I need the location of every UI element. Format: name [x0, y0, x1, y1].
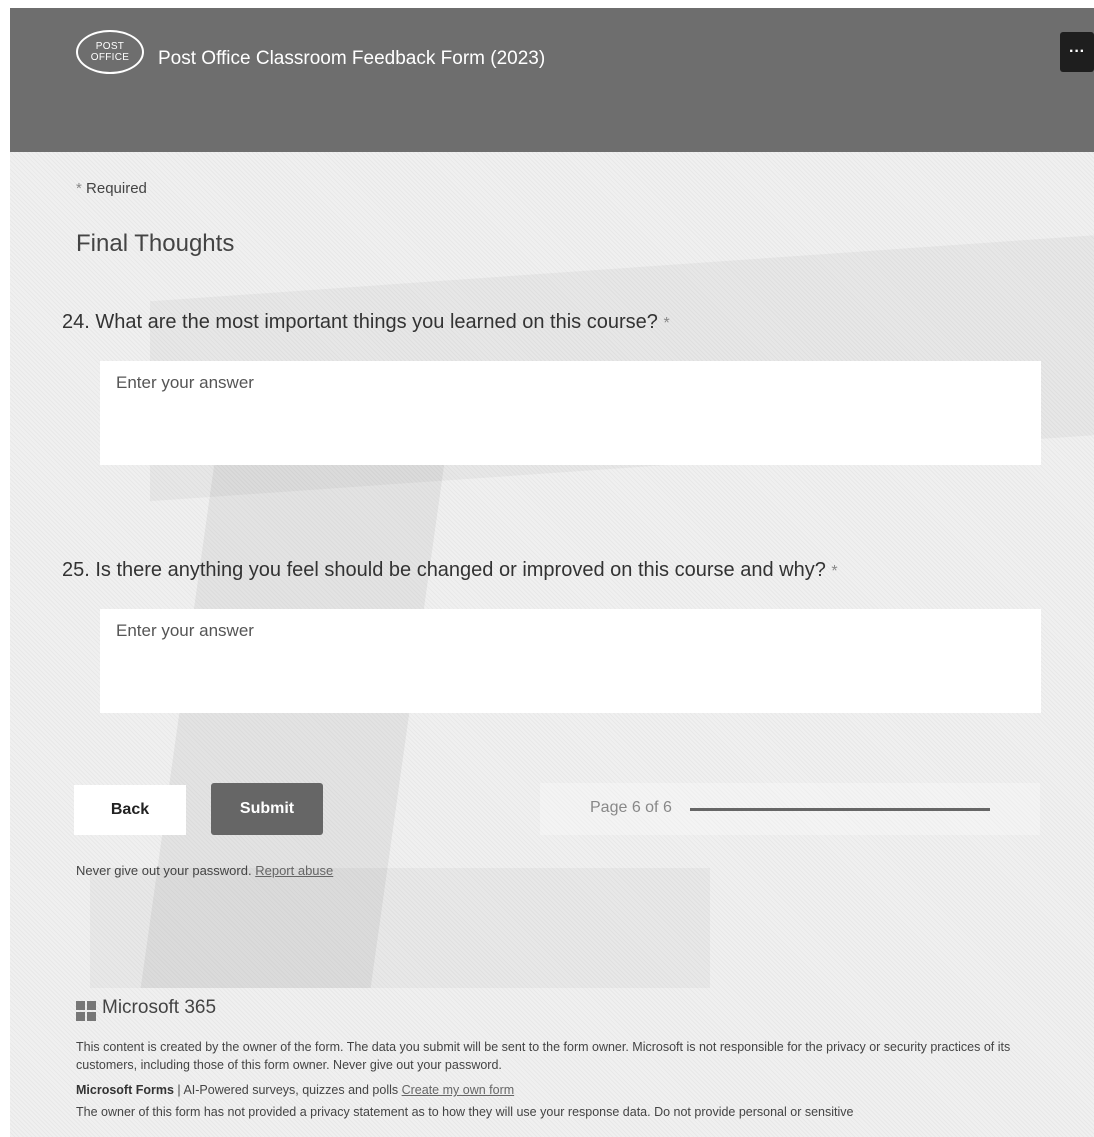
password-warning: Never give out your password.: [76, 863, 252, 878]
disclaimer-text: This content is created by the owner of …: [76, 1040, 1011, 1072]
forms-tagline-text: | AI-Powered surveys, quizzes and polls: [173, 1083, 402, 1097]
question-text: 24. What are the most important things y…: [62, 311, 658, 333]
privacy-statement: The owner of this form has not provided …: [76, 1105, 854, 1119]
question-24: 24. What are the most important things y…: [62, 311, 670, 334]
ellipsis-icon: ···: [1069, 43, 1085, 60]
progress-bar-fill: [690, 808, 990, 811]
required-star: *: [663, 315, 670, 332]
submit-button[interactable]: Submit: [211, 783, 323, 835]
answer-input-24[interactable]: [100, 361, 1041, 465]
back-button[interactable]: Back: [74, 785, 186, 835]
page-progress: Page 6 of 6: [540, 783, 1040, 835]
section-title: Final Thoughts: [76, 230, 235, 257]
watermark-shape: [90, 868, 710, 988]
password-note: Never give out your password. Report abu…: [76, 863, 333, 878]
forms-tagline: Microsoft Forms | AI-Powered surveys, qu…: [76, 1083, 514, 1097]
create-form-link[interactable]: Create my own form: [402, 1083, 515, 1097]
required-label: Required: [86, 180, 147, 197]
required-star: *: [831, 563, 838, 580]
question-25: 25. Is there anything you feel should be…: [62, 559, 838, 582]
form-header: POST OFFICE Post Office Classroom Feedba…: [10, 8, 1094, 152]
required-star: *: [76, 180, 82, 197]
logo-line: POST: [95, 41, 125, 52]
more-options-button[interactable]: ···: [1060, 32, 1094, 72]
page-indicator: Page 6 of 6: [590, 799, 672, 816]
question-text: 25. Is there anything you feel should be…: [62, 559, 826, 581]
logo-line: OFFICE: [90, 52, 130, 63]
post-office-logo: POST OFFICE: [76, 30, 144, 74]
form-title: Post Office Classroom Feedback Form (202…: [158, 48, 546, 69]
forms-name: Microsoft Forms: [76, 1083, 174, 1097]
microsoft-logo-icon: [76, 1001, 96, 1021]
progress-bar: [690, 808, 990, 811]
form-page: POST OFFICE Post Office Classroom Feedba…: [10, 8, 1094, 1137]
answer-input-25[interactable]: [100, 609, 1041, 713]
microsoft-365-brand: Microsoft 365: [102, 997, 217, 1018]
required-note: * Required: [76, 180, 147, 197]
report-abuse-link[interactable]: Report abuse: [255, 863, 333, 878]
